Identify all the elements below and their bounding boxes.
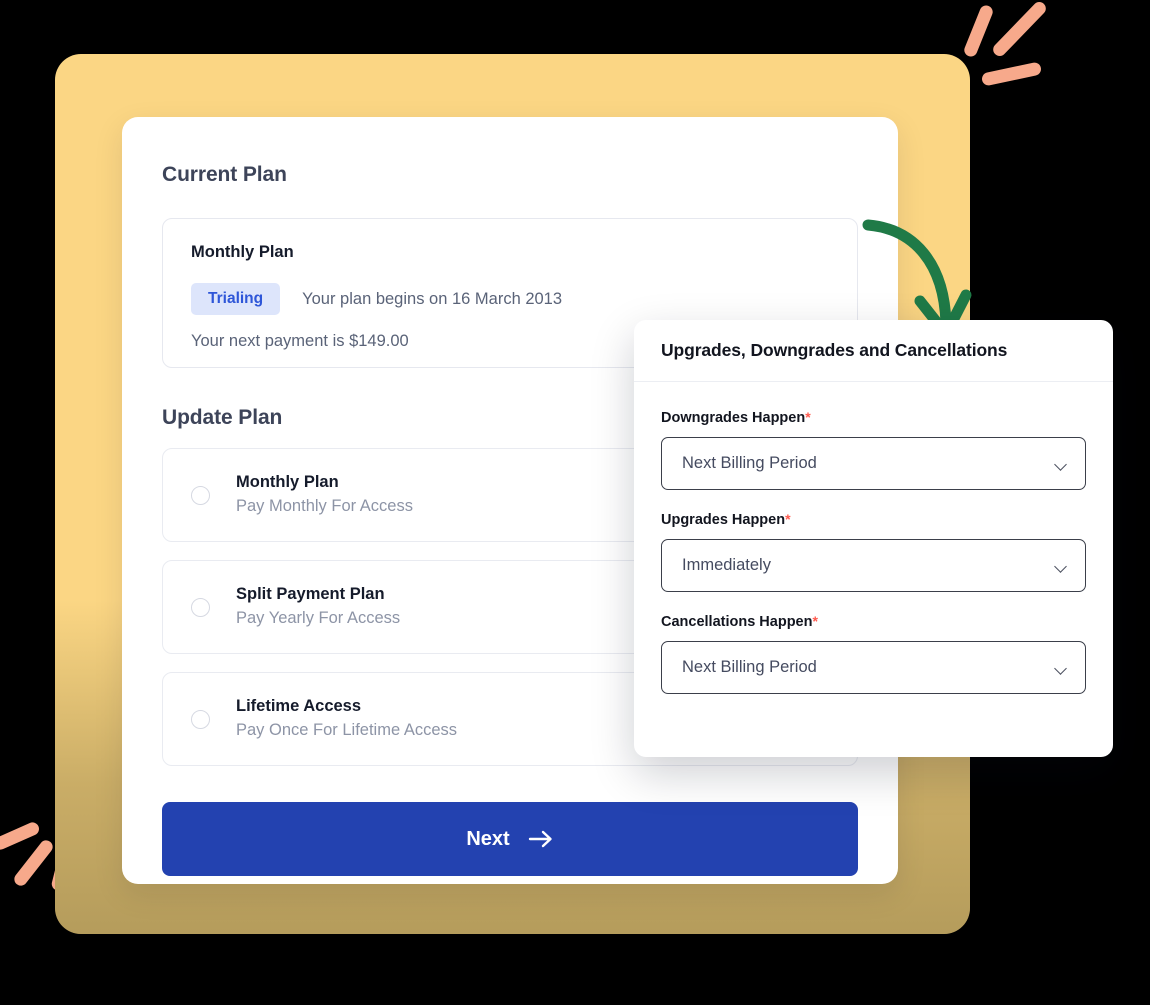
screenshot-stage: Current Plan Monthly Plan Trialing Your … — [0, 0, 1150, 1005]
select-value: Immediately — [682, 556, 771, 574]
current-plan-name: Monthly Plan — [191, 243, 294, 261]
panel-title: Upgrades, Downgrades and Cancellations — [661, 340, 1008, 360]
current-plan-status-row: Trialing Your plan begins on 16 March 20… — [191, 283, 829, 315]
coral-stroke-top-1 — [962, 3, 995, 59]
field-label-text: Cancellations Happen — [661, 614, 813, 630]
required-asterisk: * — [785, 511, 791, 527]
next-button[interactable]: Next — [162, 802, 858, 876]
field-label: Downgrades Happen* — [661, 409, 1086, 426]
field-label: Upgrades Happen* — [661, 511, 1086, 528]
field-downgrades-happen: Downgrades Happen* Next Billing Period — [661, 409, 1086, 490]
plan-option-label: Monthly Plan — [236, 473, 339, 492]
select-value: Next Billing Period — [682, 454, 817, 472]
plan-option-sublabel: Pay Once For Lifetime Access — [236, 721, 458, 739]
upgrades-happen-select[interactable]: Immediately — [661, 539, 1086, 592]
radio-icon[interactable] — [191, 597, 210, 617]
panel-header: Upgrades, Downgrades and Cancellations — [634, 320, 1113, 382]
select-value: Next Billing Period — [682, 658, 817, 676]
status-badge: Trialing — [191, 283, 281, 315]
coral-stroke-top-2 — [990, 0, 1049, 59]
panel-body: Downgrades Happen* Next Billing Period U… — [634, 382, 1113, 694]
plan-option-text: Monthly Plan Pay Monthly For Access — [236, 471, 413, 519]
field-label-text: Upgrades Happen — [661, 512, 786, 528]
plan-option-text: Lifetime Access Pay Once For Lifetime Ac… — [236, 695, 457, 743]
plan-option-sublabel: Pay Monthly For Access — [236, 497, 413, 515]
field-upgrades-happen: Upgrades Happen* Immediately — [661, 511, 1086, 592]
coral-stroke-bottom-2 — [11, 837, 56, 889]
coral-stroke-top-3 — [980, 61, 1043, 87]
cancellations-happen-select[interactable]: Next Billing Period — [661, 641, 1086, 694]
plan-option-text: Split Payment Plan Pay Yearly For Access — [236, 583, 400, 631]
plan-begins-text: Your plan begins on 16 March 2013 — [302, 289, 563, 308]
next-button-label: Next — [466, 827, 510, 850]
radio-icon[interactable] — [191, 709, 210, 729]
plan-option-label: Lifetime Access — [236, 697, 362, 716]
current-plan-heading: Current Plan — [162, 163, 287, 186]
field-label: Cancellations Happen* — [661, 613, 1086, 630]
chevron-down-icon — [1055, 460, 1068, 468]
required-asterisk: * — [805, 409, 811, 425]
field-label-text: Downgrades Happen — [661, 410, 806, 426]
chevron-down-icon — [1055, 562, 1068, 570]
plan-option-sublabel: Pay Yearly For Access — [236, 609, 401, 627]
required-asterisk: * — [812, 613, 818, 629]
coral-stroke-bottom-1 — [0, 820, 42, 852]
upgrades-downgrades-panel: Upgrades, Downgrades and Cancellations D… — [634, 320, 1113, 757]
field-cancellations-happen: Cancellations Happen* Next Billing Perio… — [661, 613, 1086, 694]
chevron-down-icon — [1055, 664, 1068, 672]
plan-option-label: Split Payment Plan — [236, 585, 385, 604]
radio-icon[interactable] — [191, 485, 210, 505]
arrow-right-icon — [528, 830, 554, 848]
downgrades-happen-select[interactable]: Next Billing Period — [661, 437, 1086, 490]
